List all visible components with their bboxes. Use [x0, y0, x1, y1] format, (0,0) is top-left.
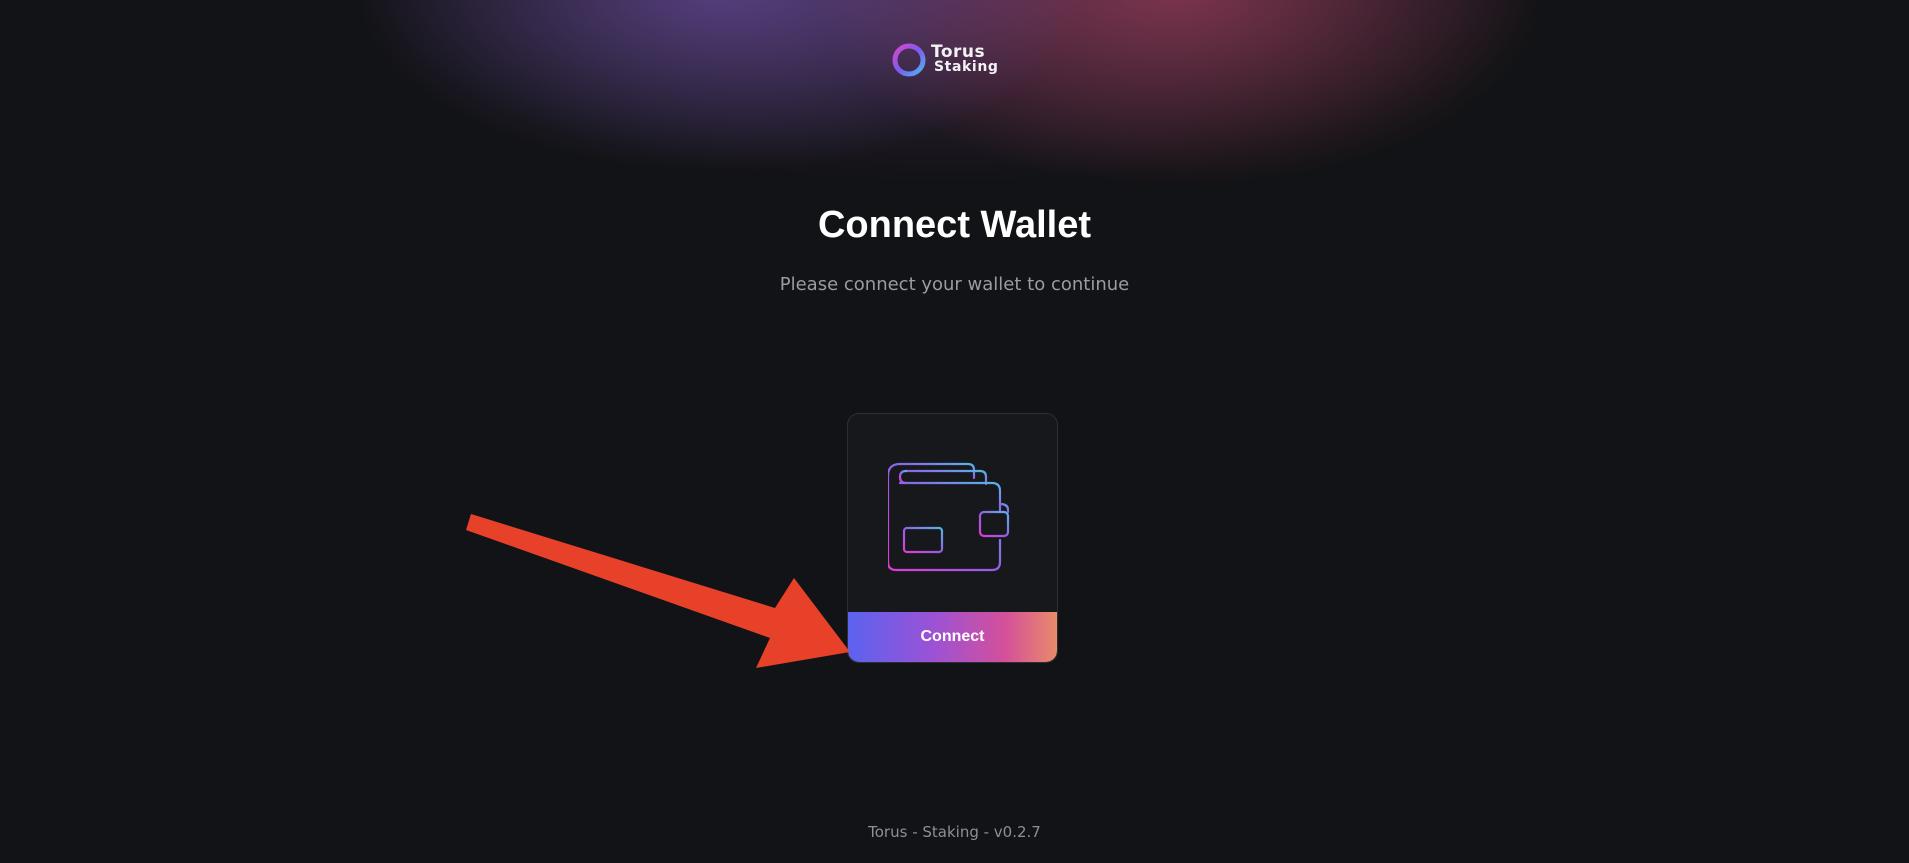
torus-ring-icon: [892, 43, 926, 77]
page-subtitle: Please connect your wallet to continue: [779, 274, 1130, 295]
connect-button[interactable]: Connect: [848, 612, 1057, 662]
wallet-icon: [888, 462, 1010, 572]
torus-staking-logo[interactable]: Torus Staking: [891, 42, 999, 78]
page-title: Connect Wallet: [817, 204, 1092, 246]
logo-text: Torus Staking: [931, 42, 999, 75]
red-arrow-pointer: [466, 514, 850, 668]
logo-line-1: Torus: [931, 42, 986, 62]
version-footer: Torus - Staking - v0.2.7: [868, 823, 1041, 841]
wallet-card: Connect: [847, 413, 1058, 663]
logo-line-2: Staking: [934, 59, 999, 75]
